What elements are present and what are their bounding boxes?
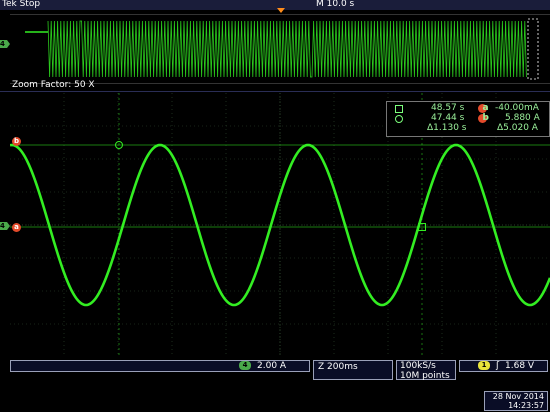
top-status-bar: Tek Stop M 10.0 s — [0, 0, 550, 10]
cursor2-circle-icon — [395, 115, 403, 123]
trigger-source: 1 — [481, 361, 487, 369]
overview-ch4-marker[interactable]: 4 — [0, 40, 10, 48]
bottom-status-area: 4 2.00 A Z 200ms 100kS/s 10M points 1 ʃ 1.6… — [0, 359, 550, 412]
readout-cursor-b-icon: b — [478, 113, 489, 123]
cursor-delta-time: Δ1.130 s — [427, 123, 467, 133]
cursor-b-marker[interactable]: b — [12, 137, 21, 146]
acquisition-state: Stop — [19, 0, 41, 9]
zoom-timebase-box[interactable]: Z 200ms — [313, 360, 393, 380]
cursor1-value: -40.00mA — [495, 103, 539, 113]
acquisition-box[interactable]: 100kS/s 10M points — [396, 360, 456, 381]
record-length: 10M points — [400, 371, 450, 381]
sample-rate: 100kS/s — [400, 361, 436, 371]
ch4-ground-label: 4 — [0, 222, 5, 230]
overview-zoom-window — [527, 18, 539, 80]
ch4-scale: 2.00 A — [257, 361, 287, 371]
ch4-badge-icon: 4 — [239, 361, 251, 370]
time: 14:23:57 — [508, 401, 544, 410]
trigger-position-marker[interactable] — [277, 8, 285, 13]
cursor1-time: 48.57 s — [431, 103, 465, 113]
ch4-ground-marker[interactable]: 4 — [0, 222, 10, 230]
ch4-marker-label: 4 — [0, 40, 5, 48]
zoom-factor-label: Zoom Factor: 50 X — [12, 80, 95, 90]
zoom-separator — [0, 91, 550, 92]
brand-label: Tek — [2, 0, 17, 9]
cursor-a-marker[interactable]: a — [12, 223, 21, 232]
horizontal-scale: M 10.0 s — [316, 0, 355, 9]
ch4-scale-box[interactable]: 4 2.00 A — [10, 360, 310, 372]
trigger-box[interactable]: 1 ʃ 1.68 V — [459, 360, 548, 372]
trigger-slope-icon: ʃ — [496, 361, 500, 371]
cursor2-time: 47.44 s — [431, 113, 465, 123]
trigger-source-badge-icon: 1 — [478, 361, 490, 370]
overview-window[interactable] — [10, 14, 550, 84]
cursor1-square-icon — [395, 105, 403, 113]
zoom-timebase: Z 200ms — [318, 362, 358, 372]
readout-cursor-a-label: a — [482, 103, 489, 113]
date: 28 Nov 2014 — [492, 392, 544, 401]
overview-waveform — [25, 18, 539, 80]
cursor-delta-value: Δ5.020 A — [497, 123, 538, 133]
trigger-level: 1.68 V — [505, 361, 535, 371]
overview-oscillation — [47, 20, 527, 78]
ch4-badge-label: 4 — [242, 361, 248, 369]
date-time-box: 28 Nov 2014 14:23:57 — [484, 391, 548, 411]
readout-cursor-b-label: b — [482, 113, 489, 123]
cursor2-value: 5.880 A — [505, 113, 540, 123]
brand-state: Tek Stop — [2, 0, 40, 9]
cursor-readout-panel: 48.57 s a -40.00mA 47.44 s b 5.880 A Δ1.… — [386, 101, 550, 137]
cursor-a-label: a — [14, 223, 19, 231]
readout-cursor-a-icon: a — [478, 103, 489, 113]
cursor-b-label: b — [13, 137, 19, 145]
